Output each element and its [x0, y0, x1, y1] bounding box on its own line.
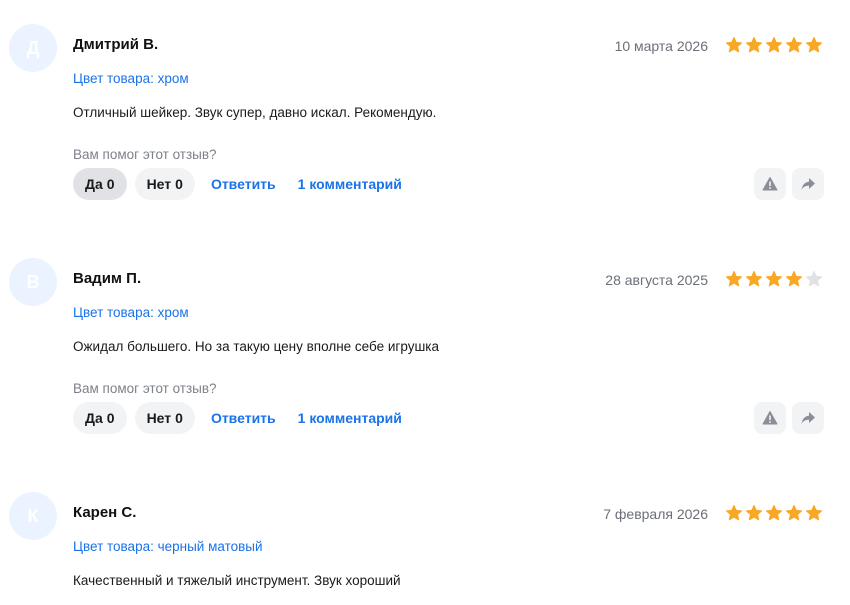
- avatar: К: [9, 492, 57, 540]
- star-empty-icon: [805, 270, 823, 287]
- avatar: В: [9, 258, 57, 306]
- yes-label: Да: [85, 176, 103, 192]
- review-card: К Карен С. 7 февраля 2026 Цвет товара: ч…: [0, 490, 850, 605]
- star-filled-icon: [745, 270, 763, 287]
- star-filled-icon: [725, 504, 743, 521]
- comments-link[interactable]: 1 комментарий: [292, 168, 410, 200]
- yes-count: 0: [106, 176, 115, 192]
- warning-icon: [762, 177, 778, 191]
- review-text: Ожидал большего. Но за такую цену вполне…: [73, 339, 439, 354]
- star-filled-icon: [725, 270, 743, 287]
- product-variant-link[interactable]: Цвет товара: хром: [73, 305, 189, 320]
- helpful-yes-button[interactable]: Да 0: [73, 402, 127, 434]
- no-count: 0: [175, 176, 183, 192]
- star-filled-icon: [785, 270, 803, 287]
- review-actions: Да 0 Нет 0 Ответить 1 комментарий: [73, 168, 410, 200]
- rating-stars: [725, 270, 823, 288]
- review-date: 28 августа 2025: [605, 272, 708, 288]
- review-card: Д Дмитрий В. 10 марта 2026 Цвет товара: …: [0, 22, 850, 256]
- product-variant-link[interactable]: Цвет товара: хром: [73, 71, 189, 86]
- review-date: 10 марта 2026: [614, 38, 708, 54]
- star-filled-icon: [745, 36, 763, 53]
- star-filled-icon: [785, 504, 803, 521]
- star-filled-icon: [745, 504, 763, 521]
- report-button[interactable]: [754, 402, 786, 434]
- helpful-no-button[interactable]: Нет 0: [134, 168, 195, 200]
- share-button[interactable]: [792, 402, 824, 434]
- avatar: Д: [9, 24, 57, 72]
- star-filled-icon: [725, 36, 743, 53]
- share-button[interactable]: [792, 168, 824, 200]
- review-author[interactable]: Дмитрий В.: [73, 36, 158, 53]
- star-filled-icon: [765, 36, 783, 53]
- warning-icon: [762, 411, 778, 425]
- review-date: 7 февраля 2026: [603, 506, 708, 522]
- star-filled-icon: [805, 504, 823, 521]
- review-text: Качественный и тяжелый инструмент. Звук …: [73, 573, 401, 588]
- share-arrow-icon: [801, 412, 815, 424]
- star-filled-icon: [805, 36, 823, 53]
- yes-label: Да: [85, 410, 103, 426]
- helpful-yes-button[interactable]: Да 0: [73, 168, 127, 200]
- reply-button[interactable]: Ответить: [203, 168, 284, 200]
- report-button[interactable]: [754, 168, 786, 200]
- comments-link[interactable]: 1 комментарий: [292, 402, 410, 434]
- star-filled-icon: [765, 270, 783, 287]
- rating-stars: [725, 36, 823, 54]
- no-label: Нет: [146, 410, 172, 426]
- star-filled-icon: [785, 36, 803, 53]
- helpful-question: Вам помог этот отзыв?: [73, 381, 217, 396]
- helpful-no-button[interactable]: Нет 0: [134, 402, 195, 434]
- yes-count: 0: [106, 410, 115, 426]
- review-author[interactable]: Карен С.: [73, 504, 136, 521]
- star-filled-icon: [765, 504, 783, 521]
- review-author[interactable]: Вадим П.: [73, 270, 141, 287]
- share-arrow-icon: [801, 178, 815, 190]
- no-count: 0: [175, 410, 183, 426]
- review-card: В Вадим П. 28 августа 2025 Цвет товара: …: [0, 256, 850, 490]
- rating-stars: [725, 504, 823, 522]
- reply-button[interactable]: Ответить: [203, 402, 284, 434]
- review-actions: Да 0 Нет 0 Ответить 1 комментарий: [73, 402, 410, 434]
- no-label: Нет: [146, 176, 172, 192]
- product-variant-link[interactable]: Цвет товара: черный матовый: [73, 539, 263, 554]
- helpful-question: Вам помог этот отзыв?: [73, 147, 217, 162]
- review-text: Отличный шейкер. Звук супер, давно искал…: [73, 105, 437, 120]
